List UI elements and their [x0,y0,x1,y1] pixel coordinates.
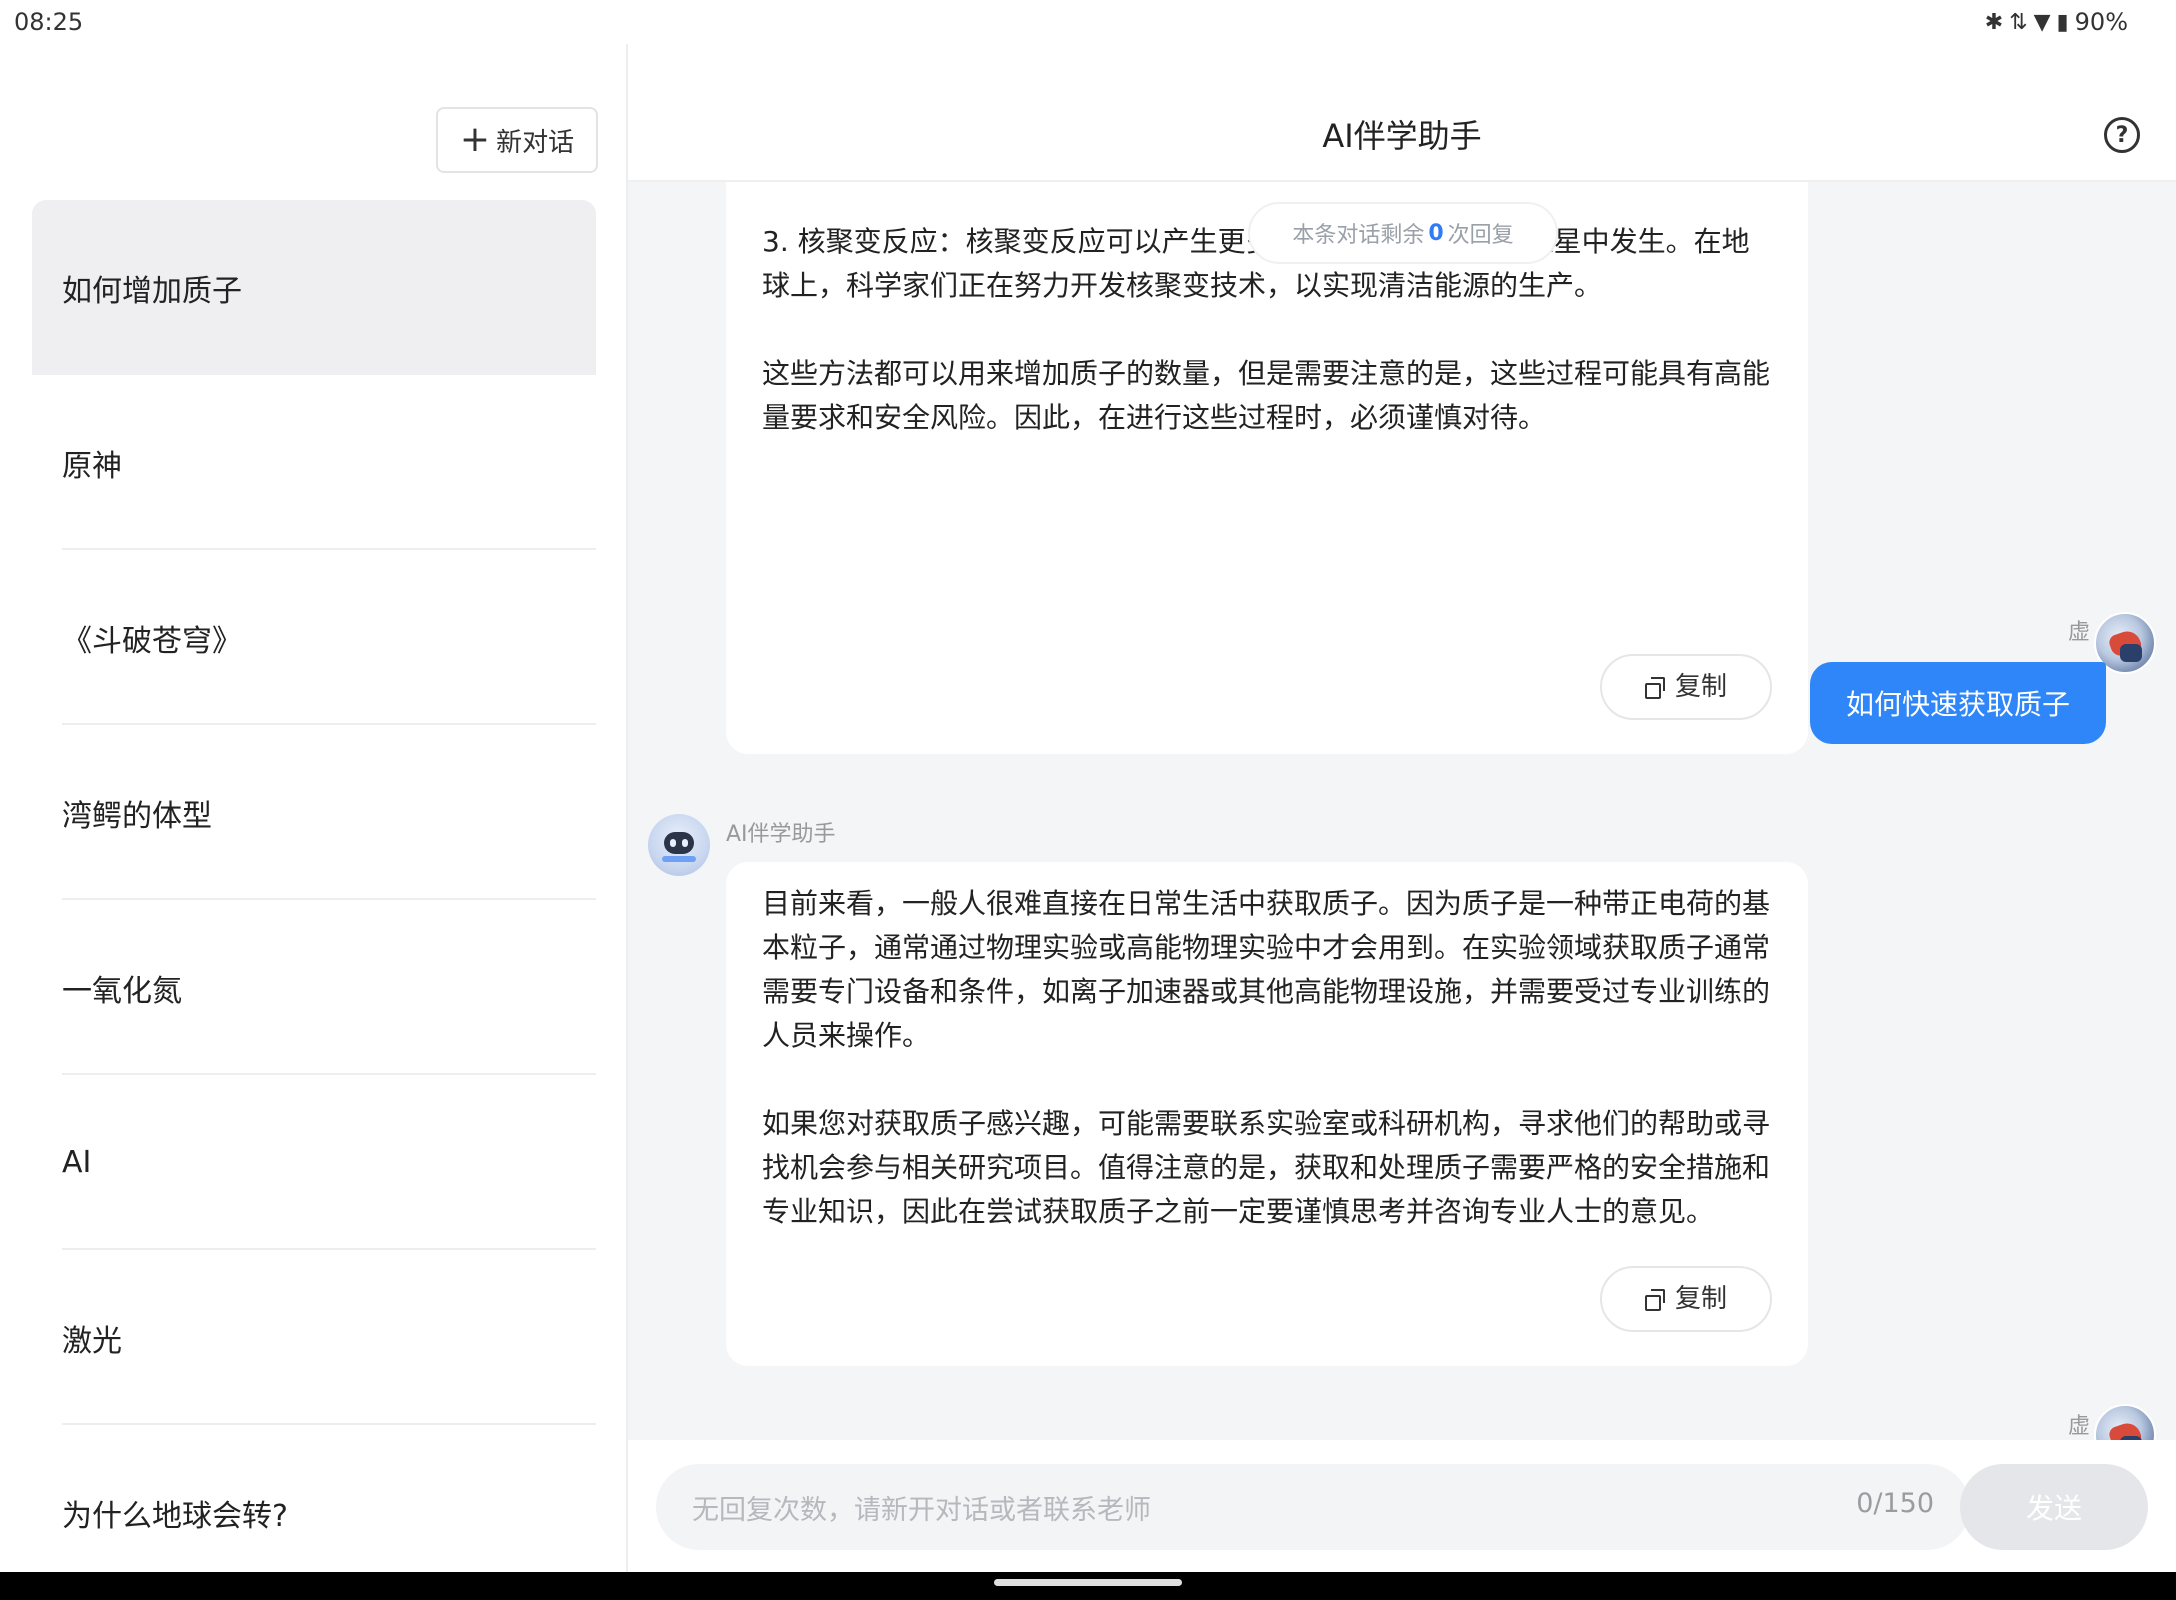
user-name: 虚 [2067,620,2090,645]
conversation-item[interactable]: 一氧化氮 [32,900,596,1075]
remaining-replies-badge: 本条对话剩余 0 次回复 [1248,202,1558,264]
conversation-item[interactable]: 《斗破苍穹》 [32,550,596,725]
bluetooth-icon: ✱ [1984,9,2004,35]
copy-icon [1644,677,1665,699]
message-input[interactable]: 无回复次数，请新开对话或者联系老师 0/150 [656,1464,1970,1550]
conversation-list: 如何增加质子 原神 《斗破苍穹》 湾鳄的体型 一氧化氮 AI 激光 为什么地球会… [32,200,596,1600]
remaining-suffix: 次回复 [1447,223,1514,248]
status-icons: ✱ ⇅ ▼ ▮ 90% [1985,8,2128,36]
copy-label: 复制 [1674,672,1727,702]
system-nav-bar [0,1572,2176,1600]
ai-message: 目前来看，一般人很难直接在日常生活中获取质子。因为质子是一种带正电荷的基本粒子，… [726,862,1808,1366]
conversation-item[interactable]: 原神 [32,375,596,550]
conversation-label: 《斗破苍穹》 [62,623,242,659]
page-title: AI伴学助手 [1322,117,1482,155]
plus-icon: + [459,119,491,160]
message-paragraph: 目前来看，一般人很难直接在日常生活中获取质子。因为质子是一种带正电荷的基本粒子，… [762,887,1771,1052]
input-bar: 无回复次数，请新开对话或者联系老师 0/150 发送 [628,1440,2176,1572]
conversation-label: 为什么地球会转? [62,1498,288,1534]
chat-header: AI伴学助手 ? [628,44,2176,182]
conversation-item[interactable]: 激光 [32,1250,596,1425]
new-chat-button[interactable]: + 新对话 [436,107,598,173]
status-time: 08:25 [14,8,84,36]
conversation-item[interactable]: AI [32,1075,596,1250]
send-button[interactable]: 发送 [1960,1464,2148,1550]
new-chat-label: 新对话 [496,127,575,158]
copy-button[interactable]: 复制 [1600,654,1772,720]
conversation-label: 激光 [62,1323,122,1359]
conversation-label: 湾鳄的体型 [62,798,212,834]
battery-percent: 90% [2074,8,2128,36]
ai-name: AI伴学助手 [726,822,836,847]
char-counter: 0/150 [1856,1488,1934,1519]
conversation-sidebar: + 新对话 如何增加质子 原神 《斗破苍穹》 湾鳄的体型 一氧化氮 AI 激光 [0,44,628,1572]
battery-icon: ▮ [2056,9,2069,35]
user-message: 如何快速获取质子 [1809,662,2106,744]
conversation-label: 如何增加质子 [62,273,242,309]
conversation-label: 一氧化氮 [62,973,182,1009]
message-paragraph: 这些方法都可以用来增加质子的数量，但是需要注意的是，这些过程可能具有高能量要求和… [762,357,1771,434]
conversation-label: 原神 [62,448,122,484]
help-icon[interactable]: ? [2104,117,2140,153]
wifi-icon: ▼ [2033,9,2051,35]
user-name: 虚 [2067,1414,2090,1439]
conversation-item[interactable]: 如何增加质子 [32,200,596,375]
conversation-item[interactable]: 湾鳄的体型 [32,725,596,900]
remaining-prefix: 本条对话剩余 [1292,223,1425,248]
ai-avatar [648,814,710,876]
conversation-label: AI [62,1145,92,1180]
copy-icon [1644,1289,1665,1311]
ai-message: 3. 核聚变反应：核聚变反应可以产生更多质子，例如在太阳和恒星中发生。在地球上，… [726,182,1808,754]
message-paragraph: 如果您对获取质子感兴趣，可能需要联系实验室或科研机构，寻求他们的帮助或寻找机会参… [762,1107,1771,1228]
user-avatar [2094,1404,2156,1440]
user-message-text: 如何快速获取质子 [1845,688,2070,721]
copy-button[interactable]: 复制 [1600,1266,1772,1332]
copy-label: 复制 [1674,1284,1727,1314]
signal-icon: ⇅ [2009,9,2028,35]
chat-messages[interactable]: 3. 核聚变反应：核聚变反应可以产生更多质子，例如在太阳和恒星中发生。在地球上，… [628,182,2176,1440]
status-bar: 08:25 ✱ ⇅ ▼ ▮ 90% [0,0,2176,44]
home-indicator[interactable] [994,1579,1182,1586]
remaining-count: 0 [1428,220,1444,246]
input-placeholder: 无回复次数，请新开对话或者联系老师 [692,1495,1151,1526]
send-label: 发送 [2025,1492,2082,1525]
